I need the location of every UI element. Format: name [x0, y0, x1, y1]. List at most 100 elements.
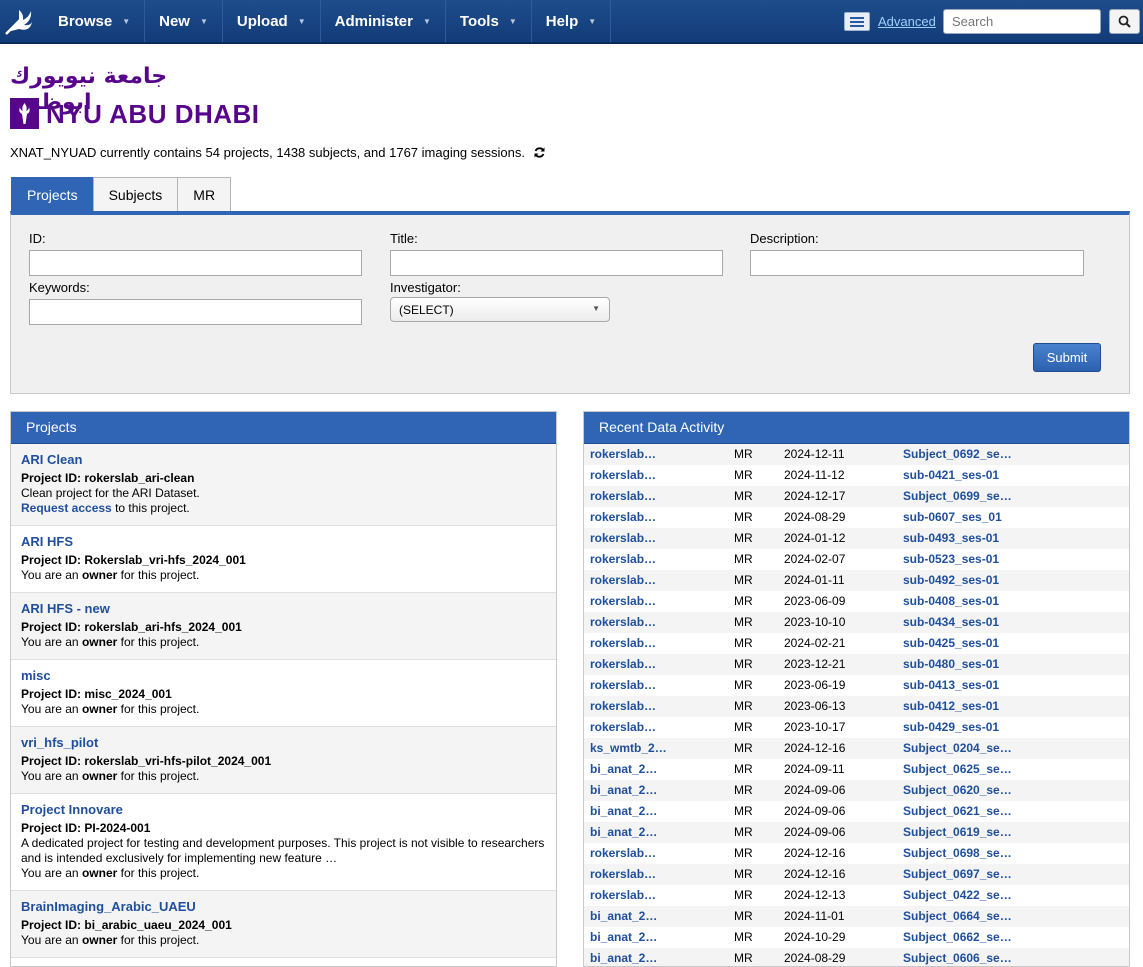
- activity-session-link[interactable]: Subject_0664_se…: [903, 910, 1012, 923]
- activity-session-link[interactable]: sub-0480_ses-01: [903, 658, 999, 671]
- university-english-name: NYU ABU DHABI: [46, 99, 260, 129]
- tab-subjects[interactable]: Subjects: [92, 177, 179, 211]
- tab-mr[interactable]: MR: [177, 177, 232, 211]
- activity-session-link[interactable]: Subject_0619_se…: [903, 826, 1012, 839]
- project-title-link[interactable]: misc: [21, 668, 546, 684]
- project-title-link[interactable]: BrainImaging_Arabic_UAEU: [21, 899, 546, 915]
- activity-project-link[interactable]: rokerslab…: [590, 595, 656, 608]
- activity-session-link[interactable]: sub-0412_ses-01: [903, 700, 999, 713]
- activity-project-link[interactable]: rokerslab…: [590, 574, 656, 587]
- nav-tools-label: Tools: [459, 12, 499, 30]
- activity-project-link[interactable]: rokerslab…: [590, 637, 656, 650]
- description-field[interactable]: [750, 250, 1084, 276]
- activity-session-link[interactable]: sub-0421_ses-01: [903, 469, 999, 482]
- activity-project-link[interactable]: rokerslab…: [590, 658, 656, 671]
- activity-type: MR: [734, 762, 753, 776]
- activity-session-link[interactable]: Subject_0699_se…: [903, 490, 1012, 503]
- project-description: A dedicated project for testing and deve…: [21, 836, 545, 865]
- activity-date: 2024-01-12: [784, 531, 846, 545]
- project-id-prefix: Project ID:: [21, 821, 85, 835]
- activity-project-link[interactable]: bi_anat_2…: [590, 952, 657, 965]
- activity-session-link[interactable]: sub-0408_ses-01: [903, 595, 999, 608]
- activity-date: 2024-12-11: [784, 447, 845, 461]
- activity-session-link[interactable]: sub-0523_ses-01: [903, 553, 999, 566]
- project-item: BrainImaging_Arabic_UAEU Project ID: bi_…: [11, 891, 556, 958]
- search-button[interactable]: [1109, 9, 1140, 34]
- nav-help[interactable]: Help ▼: [532, 0, 612, 42]
- search-input[interactable]: [943, 9, 1101, 34]
- keywords-field[interactable]: [29, 299, 362, 325]
- activity-project-link[interactable]: rokerslab…: [590, 490, 656, 503]
- activity-project-link[interactable]: bi_anat_2…: [590, 784, 657, 797]
- activity-session-link[interactable]: Subject_0662_se…: [903, 931, 1012, 944]
- activity-project-link[interactable]: rokerslab…: [590, 511, 656, 524]
- activity-project-link[interactable]: bi_anat_2…: [590, 805, 657, 818]
- activity-session-link[interactable]: sub-0607_ses_01: [903, 511, 1002, 524]
- project-title-link[interactable]: vri_hfs_pilot: [21, 735, 546, 751]
- role-value: owner: [81, 568, 118, 582]
- activity-project-link[interactable]: rokerslab…: [590, 700, 656, 713]
- activity-project-link[interactable]: rokerslab…: [590, 889, 656, 902]
- activity-session-link[interactable]: Subject_0692_se…: [903, 448, 1012, 461]
- activity-project-link[interactable]: rokerslab…: [590, 616, 656, 629]
- activity-session-link[interactable]: Subject_0422_se…: [903, 889, 1012, 902]
- activity-project-link[interactable]: bi_anat_2…: [590, 931, 657, 944]
- activity-date: 2024-09-06: [784, 783, 846, 797]
- project-title-link[interactable]: ARI Clean: [21, 452, 546, 468]
- project-title-link[interactable]: ARI HFS - new: [21, 601, 546, 617]
- activity-session-link[interactable]: sub-0425_ses-01: [903, 637, 999, 650]
- activity-project-link[interactable]: rokerslab…: [590, 868, 656, 881]
- nav-tools[interactable]: Tools ▼: [446, 0, 532, 42]
- investigator-select[interactable]: (SELECT) ▼: [390, 297, 610, 322]
- title-field[interactable]: [390, 250, 723, 276]
- activity-project-link[interactable]: rokerslab…: [590, 532, 656, 545]
- activity-date: 2024-11-01: [784, 909, 845, 923]
- activity-project-link[interactable]: rokerslab…: [590, 553, 656, 566]
- project-role: You are an owner for this project.: [21, 769, 546, 784]
- activity-session-link[interactable]: Subject_0625_se…: [903, 763, 1012, 776]
- activity-type: MR: [734, 573, 753, 587]
- activity-session-link[interactable]: sub-0434_ses-01: [903, 616, 999, 629]
- activity-session-link[interactable]: sub-0492_ses-01: [903, 574, 999, 587]
- activity-session-link[interactable]: sub-0493_ses-01: [903, 532, 999, 545]
- advanced-search-icon[interactable]: [844, 12, 870, 31]
- advanced-search-link[interactable]: Advanced: [878, 14, 936, 29]
- activity-project-link[interactable]: ks_wmtb_2…: [590, 742, 667, 755]
- request-access-link[interactable]: Request access: [21, 501, 112, 515]
- activity-project-link[interactable]: bi_anat_2…: [590, 826, 657, 839]
- project-title-link[interactable]: ARI HFS: [21, 534, 546, 550]
- activity-date: 2024-12-17: [784, 489, 846, 503]
- description-label: Description:: [750, 231, 819, 246]
- nav-new[interactable]: New ▼: [145, 0, 223, 42]
- activity-session-link[interactable]: sub-0413_ses-01: [903, 679, 999, 692]
- activity-date: 2024-08-29: [784, 951, 846, 965]
- refresh-icon[interactable]: [533, 146, 546, 159]
- xnat-logo-icon[interactable]: [4, 6, 34, 36]
- activity-type: MR: [734, 531, 753, 545]
- activity-project-link[interactable]: bi_anat_2…: [590, 763, 657, 776]
- activity-project-link[interactable]: bi_anat_2…: [590, 910, 657, 923]
- activity-row: rokerslab… MR 2023-10-17 sub-0429_ses-01: [584, 717, 1129, 738]
- submit-button[interactable]: Submit: [1033, 343, 1101, 372]
- activity-project-link[interactable]: rokerslab…: [590, 679, 656, 692]
- activity-project-link[interactable]: rokerslab…: [590, 847, 656, 860]
- id-field[interactable]: [29, 250, 362, 276]
- project-id-prefix: Project ID:: [21, 553, 85, 567]
- tab-projects[interactable]: Projects: [11, 177, 94, 211]
- activity-project-link[interactable]: rokerslab…: [590, 721, 656, 734]
- activity-session-link[interactable]: Subject_0698_se…: [903, 847, 1012, 860]
- activity-session-link[interactable]: Subject_0620_se…: [903, 784, 1012, 797]
- main-nav: Browse ▼ New ▼ Upload ▼ Administer ▼ Tools ▼ …: [44, 0, 612, 42]
- nav-administer[interactable]: Administer ▼: [321, 0, 446, 42]
- nav-upload[interactable]: Upload ▼: [223, 0, 321, 42]
- activity-session-link[interactable]: sub-0429_ses-01: [903, 721, 999, 734]
- activity-session-link[interactable]: Subject_0697_se…: [903, 868, 1012, 881]
- activity-project-link[interactable]: rokerslab…: [590, 448, 656, 461]
- nav-browse[interactable]: Browse ▼: [44, 0, 146, 42]
- activity-session-link[interactable]: Subject_0606_se…: [903, 952, 1012, 965]
- activity-session-link[interactable]: Subject_0204_se…: [903, 742, 1012, 755]
- activity-session-link[interactable]: Subject_0621_se…: [903, 805, 1012, 818]
- activity-project-link[interactable]: rokerslab…: [590, 469, 656, 482]
- project-id-prefix: Project ID:: [21, 687, 85, 701]
- project-title-link[interactable]: Project Innovare: [21, 802, 546, 818]
